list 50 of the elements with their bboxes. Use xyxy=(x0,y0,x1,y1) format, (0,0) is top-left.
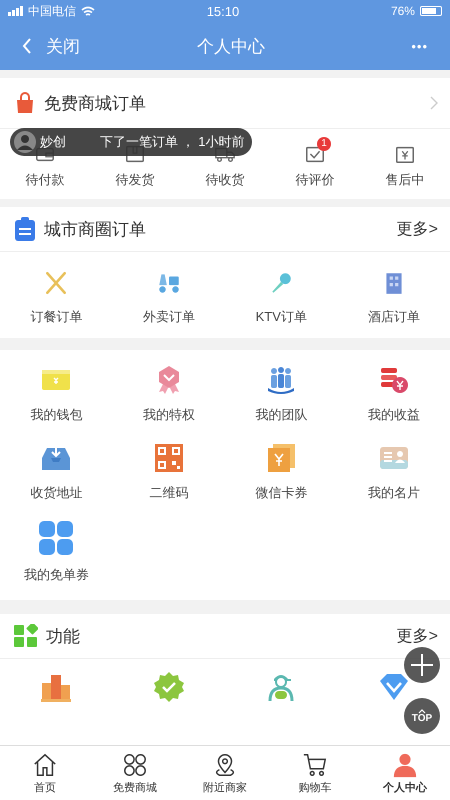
service-item[interactable]: 我的特权 xyxy=(112,364,225,424)
service-item[interactable]: 收货地址 xyxy=(0,442,112,502)
person-icon xyxy=(392,752,418,778)
time-text: 15:10 xyxy=(206,4,240,18)
more-link[interactable]: 更多> xyxy=(396,626,438,646)
section-title: 功能 xyxy=(46,626,81,648)
qr-code-icon xyxy=(152,442,185,474)
more-link[interactable]: 更多> xyxy=(396,218,438,240)
cart-icon xyxy=(302,752,328,778)
order-status-item[interactable]: 售后中 xyxy=(360,129,450,199)
battery-text: 76% xyxy=(390,4,415,18)
service-item[interactable]: 我的团队 xyxy=(225,364,338,424)
wifi-icon xyxy=(81,6,95,16)
service-item[interactable]: 我的名片 xyxy=(338,442,450,502)
service-item[interactable]: 我的收益 xyxy=(338,364,450,424)
chevron-left-icon xyxy=(22,38,32,54)
clipboard-icon xyxy=(14,217,36,241)
order-category-item[interactable]: 酒店订单 xyxy=(338,252,450,338)
service-item[interactable]: 二维码 xyxy=(112,442,225,502)
blocks-icon xyxy=(14,624,38,648)
plus-icon xyxy=(409,652,435,678)
order-category-item[interactable]: 订餐订单 xyxy=(0,252,112,338)
service-item[interactable]: 我的免单券 xyxy=(0,520,112,584)
grid-icon xyxy=(38,520,74,556)
clover-icon xyxy=(122,752,148,778)
order-category-item[interactable]: KTV订单 xyxy=(225,252,338,338)
service-item[interactable]: 我的钱包 xyxy=(0,364,112,424)
user-name: 妙创 xyxy=(40,133,67,151)
count-badge: 1 xyxy=(317,137,331,151)
section-title: 城市商圈订单 xyxy=(44,218,147,240)
order-category-item[interactable]: 外卖订单 xyxy=(112,252,225,338)
coupon-icon xyxy=(265,442,298,474)
service-item[interactable]: 微信卡券 xyxy=(225,442,338,502)
chevron-right-icon[interactable] xyxy=(430,96,438,110)
signal-icon xyxy=(8,6,23,16)
section-title: 免费商城订单 xyxy=(44,92,147,114)
tab-bar-item[interactable]: 首页 xyxy=(0,746,90,800)
shopping-bag-icon xyxy=(14,92,36,114)
page-title: 个人中心 xyxy=(196,36,266,58)
order-status-item[interactable]: 1 待评价 xyxy=(270,129,360,199)
toast-message: 下了一笔订单 ， 1小时前 xyxy=(100,133,244,151)
battery-icon xyxy=(420,6,442,16)
carrier-text: 中国电信 xyxy=(28,2,76,20)
check-badge-icon[interactable] xyxy=(152,671,185,703)
tab-bar-item[interactable]: 购物车 xyxy=(270,746,360,800)
tab-bar-item[interactable]: 免费商城 xyxy=(90,746,180,800)
home-icon xyxy=(32,752,58,778)
tab-bar-item[interactable]: 附近商家 xyxy=(180,746,270,800)
caret-up-icon xyxy=(418,708,426,714)
tab-bar-item[interactable]: 个人中心 xyxy=(360,746,450,800)
